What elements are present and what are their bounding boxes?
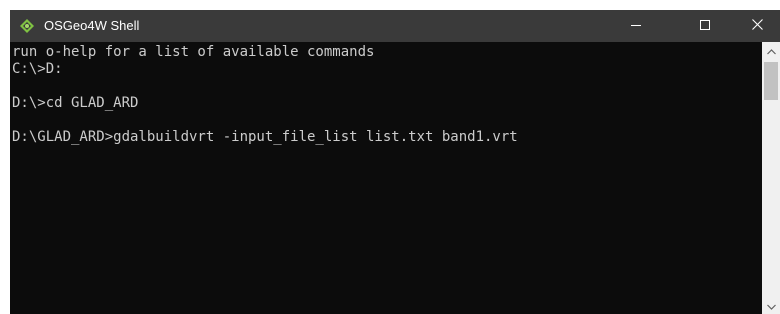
- scroll-down-button[interactable]: [762, 297, 780, 314]
- maximize-button[interactable]: [682, 10, 728, 42]
- osgeo-icon: [19, 18, 35, 34]
- console-line: D:\>cd GLAD_ARD: [12, 95, 139, 111]
- close-icon: [751, 17, 763, 35]
- maximize-icon: [700, 17, 710, 35]
- scroll-up-button[interactable]: [762, 42, 780, 59]
- minimize-button[interactable]: [613, 10, 659, 42]
- close-button[interactable]: [734, 10, 780, 42]
- window-title: OSGeo4W Shell: [44, 18, 140, 33]
- osgeo4w-shell-window: OSGeo4W Shell run o-help for a list of a…: [10, 10, 780, 314]
- chevron-up-icon: [766, 42, 776, 60]
- minimize-icon: [631, 17, 641, 35]
- console-output[interactable]: run o-help for a list of available comma…: [10, 42, 762, 314]
- console-line: C:\>D:: [12, 61, 63, 77]
- scrollbar-thumb[interactable]: [764, 62, 778, 100]
- title-bar[interactable]: OSGeo4W Shell: [10, 10, 780, 42]
- console-line: run o-help for a list of available comma…: [12, 44, 375, 60]
- chevron-down-icon: [766, 297, 776, 314]
- console-line: D:\GLAD_ARD>gdalbuildvrt -input_file_lis…: [12, 129, 518, 145]
- vertical-scrollbar[interactable]: [762, 42, 780, 314]
